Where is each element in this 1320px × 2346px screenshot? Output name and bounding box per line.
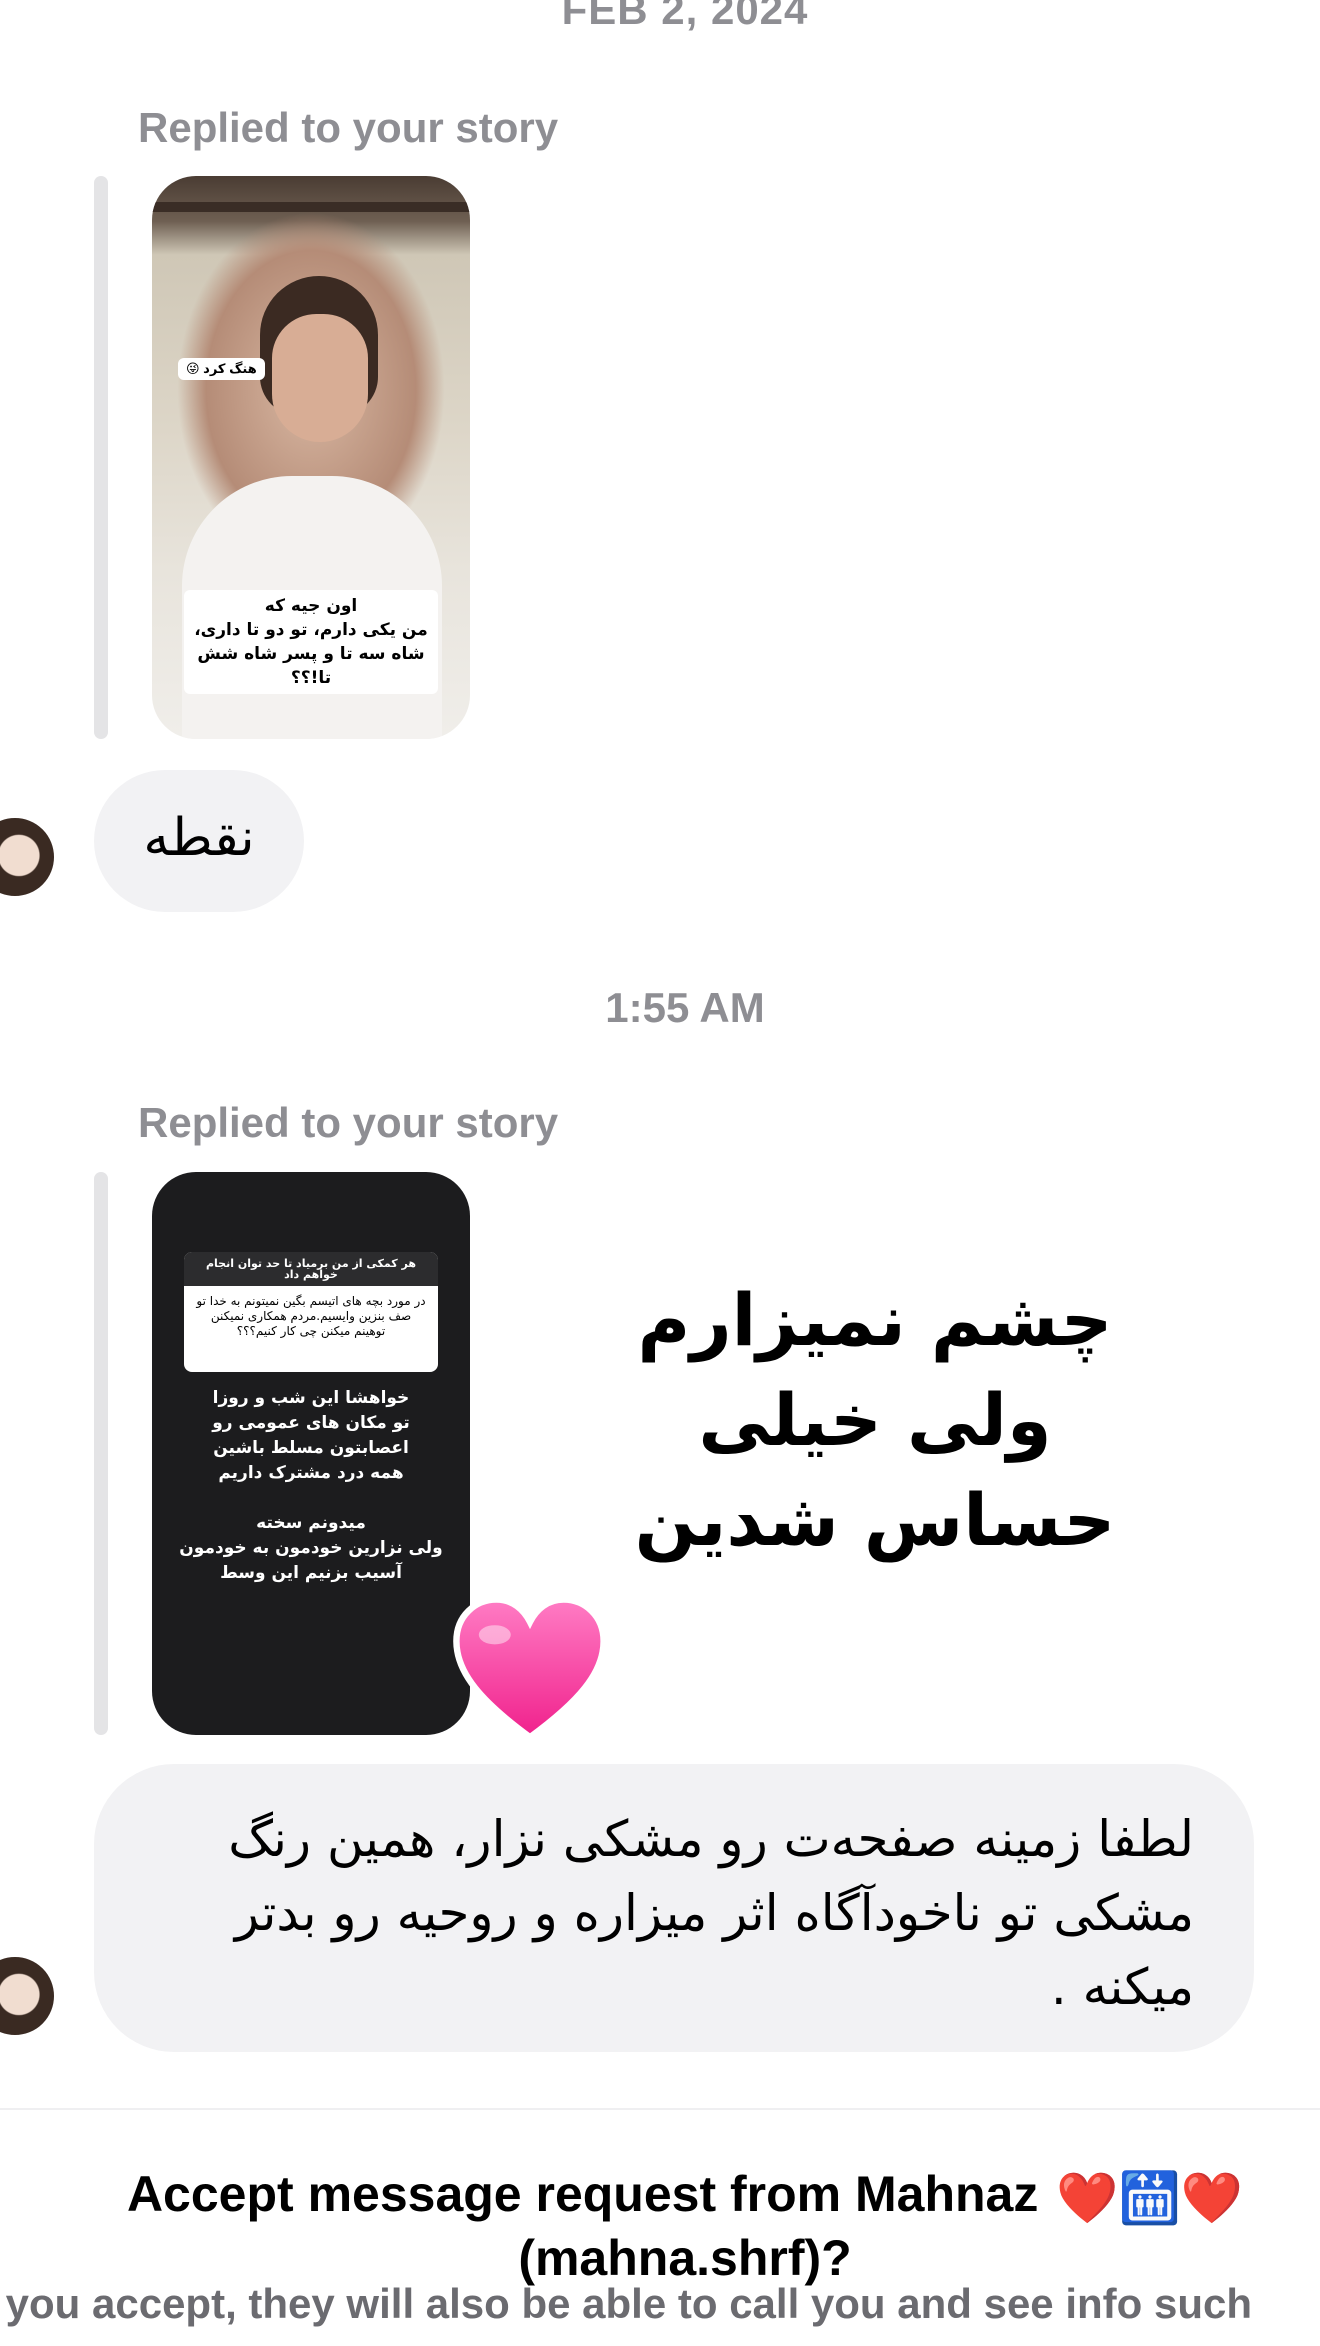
message-request-title: Accept message request from Mahnaz ❤️🛗❤️… xyxy=(0,2164,1320,2288)
message-bubble[interactable]: لطفا زمینه صفحه‌ت رو مشکی نزار، همین رنگ… xyxy=(94,1764,1254,2052)
curtain-rod xyxy=(152,202,470,212)
story-thumbnail[interactable]: هنگ کرد 😜 اون جیه که من یکی دارم، تو دو … xyxy=(152,176,470,739)
story-reply-text: چشم نمیزارم ولی خیلی حساس شدین xyxy=(634,1278,1116,1562)
avatar[interactable] xyxy=(0,1955,56,2037)
question-header: هر کمکی از من برمیاد تا حد توان انجام خو… xyxy=(184,1252,438,1286)
question-sticker: هر کمکی از من برمیاد تا حد توان انجام خو… xyxy=(184,1252,438,1372)
request-title-emoji: ❤️🛗❤️ xyxy=(1056,2169,1244,2226)
heart-reaction-icon[interactable] xyxy=(450,1590,610,1750)
request-info-text: f you accept, they will also be able to … xyxy=(0,2280,1252,2327)
date-separator: FEB 2, 2024 xyxy=(561,0,809,33)
divider xyxy=(0,2108,1320,2110)
message-text: لطفا زمینه صفحه‌ت رو مشکی نزار، همین رنگ… xyxy=(228,1810,1194,2016)
story-caption: اون جیه که من یکی دارم، تو دو تا داری، ش… xyxy=(184,590,438,694)
quote-bar xyxy=(94,176,108,739)
replied-to-story-label: Replied to your story xyxy=(138,104,559,151)
story-sticker: هنگ کرد 😜 xyxy=(178,358,265,380)
avatar[interactable] xyxy=(0,816,56,898)
replied-to-story-label: Replied to your story xyxy=(138,1099,559,1146)
time-separator: 1:55 AM xyxy=(605,984,765,1031)
request-title-text: Accept message request from Mahnaz xyxy=(126,2166,1039,2222)
story-thumbnail[interactable]: هر کمکی از من برمیاد تا حد توان انجام خو… xyxy=(152,1172,470,1735)
message-bubble[interactable]: نقطه xyxy=(94,770,304,912)
request-username: (mahna.shrf)? xyxy=(518,2229,852,2286)
story-text: خواهشا این شب و روزا تو مکان های عمومی ر… xyxy=(179,1388,443,1583)
quote-bar xyxy=(94,1172,108,1735)
question-body: در مورد بچه های اتیسم بگین نمیتونم به خد… xyxy=(196,1294,426,1338)
story-person-face xyxy=(272,314,368,442)
message-text: نقطه xyxy=(143,808,255,868)
